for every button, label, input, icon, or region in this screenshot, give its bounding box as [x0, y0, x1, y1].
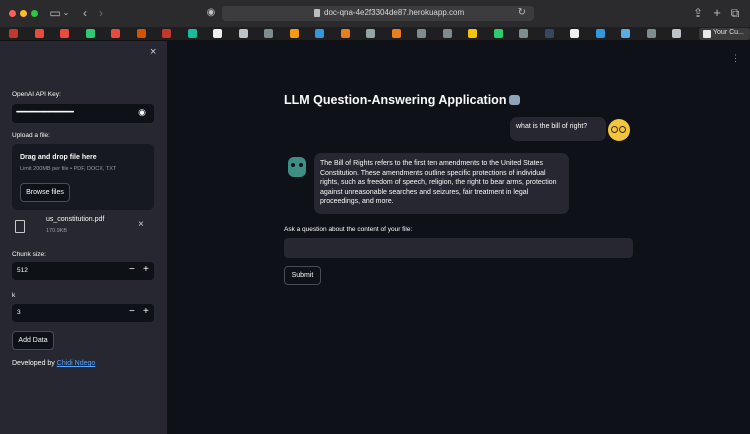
tab-label: Your Cu... [713, 29, 744, 36]
bot-eye [299, 163, 303, 167]
bookmark-icon[interactable] [162, 29, 171, 38]
favorites-bar: Your Cu... [0, 27, 750, 41]
bookmark-icon[interactable] [468, 29, 477, 38]
browse-files-button[interactable]: Browse files [20, 183, 70, 202]
add-data-button[interactable]: Add Data [12, 331, 54, 350]
user-message: what is the bill of right? [510, 117, 606, 141]
glasses-icon [611, 126, 618, 133]
decrement-button[interactable]: − [129, 264, 135, 275]
assistant-message-text: The Bill of Rights refers to the first t… [320, 160, 557, 205]
bookmark-icon[interactable] [621, 29, 630, 38]
bookmark-icon[interactable] [289, 29, 299, 38]
k-value: 3 [17, 309, 21, 316]
share-icon[interactable]: ⇪ [692, 5, 704, 21]
bookmark-icon[interactable] [595, 29, 605, 38]
chevron-down-icon[interactable]: ⌄ [62, 5, 70, 21]
bookmark-icon[interactable] [264, 29, 273, 38]
decrement-button[interactable]: − [129, 306, 135, 317]
bookmark-icon[interactable] [493, 29, 503, 38]
dropzone-subtitle: Limit 200MB per file • PDF, DOCX, TXT [20, 166, 117, 172]
bookmark-icon[interactable] [9, 29, 18, 38]
bookmark-icon[interactable] [85, 29, 95, 38]
remove-file-icon[interactable]: × [138, 219, 144, 230]
new-tab-icon[interactable]: + [711, 5, 723, 21]
dropzone-title: Drag and drop file here [20, 154, 97, 161]
bookmark-icon[interactable] [672, 29, 681, 38]
bookmark-icon[interactable] [60, 29, 69, 38]
bookmark-icon[interactable] [34, 29, 44, 38]
chunk-size-value: 512 [17, 267, 28, 274]
main-content: ⋮ LLM Question-Answering Application wha… [167, 41, 750, 434]
developer-prefix: Developed by [12, 360, 57, 367]
bookmark-icon[interactable] [366, 29, 375, 38]
submit-button[interactable]: Submit [284, 266, 321, 285]
developer-credit: Developed by Chidi Ndego [12, 360, 95, 367]
glasses-icon [619, 126, 626, 133]
bookmark-icon[interactable] [111, 29, 120, 38]
developer-link[interactable]: Chidi Ndego [57, 360, 96, 367]
assistant-message: The Bill of Rights refers to the first t… [314, 153, 569, 214]
tab-active[interactable]: Your Cu... [699, 28, 750, 40]
api-key-input[interactable]: ••••••••••••••••••••••••••••••••••••••••… [12, 104, 154, 123]
bookmark-icon[interactable] [187, 29, 197, 38]
file-icon [15, 220, 25, 233]
user-avatar-icon [608, 119, 630, 141]
bookmark-icon[interactable] [391, 29, 401, 38]
bookmark-icon[interactable] [340, 29, 350, 38]
chunk-size-label: Chunk size: [12, 251, 46, 258]
browser-titlebar: ▭ ⌄ ‹ › ◉ doc-qna-4e2f3304de87.herokuapp… [0, 0, 750, 27]
bookmark-icon[interactable] [417, 29, 426, 38]
tab-overview-icon[interactable]: ⧉ [729, 5, 741, 21]
forward-icon[interactable]: › [96, 5, 106, 21]
bookmark-icon[interactable] [519, 29, 528, 38]
shield-icon[interactable]: ◉ [205, 5, 217, 21]
uploaded-file-name: us_constitution.pdf [46, 216, 105, 223]
bookmark-icon[interactable] [213, 29, 222, 38]
bot-eye [291, 163, 295, 167]
lock-icon [314, 9, 320, 17]
increment-button[interactable]: + [143, 264, 149, 275]
question-input[interactable] [284, 238, 633, 258]
user-message-text: what is the bill of right? [516, 123, 588, 130]
bot-avatar-icon [288, 157, 306, 177]
bookmark-icon[interactable] [544, 29, 554, 38]
bookmark-icon[interactable] [442, 29, 452, 38]
bookmark-icon[interactable] [136, 29, 146, 38]
page-icon [703, 30, 711, 38]
robot-icon [509, 95, 521, 105]
increment-button[interactable]: + [143, 306, 149, 317]
close-window-button[interactable] [9, 10, 16, 17]
bookmark-icon[interactable] [315, 29, 324, 38]
upload-label: Upload a file: [12, 132, 50, 139]
question-label: Ask a question about the content of your… [284, 226, 413, 233]
k-label: k [12, 292, 16, 299]
bookmark-icon[interactable] [646, 29, 656, 38]
eye-icon[interactable]: ◉ [138, 107, 146, 118]
reload-icon[interactable]: ↻ [518, 7, 526, 18]
close-sidebar-icon[interactable]: × [150, 46, 156, 58]
chunk-size-stepper[interactable]: 512 − + [12, 262, 154, 280]
page-title: LLM Question-Answering Application [284, 93, 521, 107]
api-key-label: OpenAI API Key: [12, 91, 61, 98]
minimize-window-button[interactable] [20, 10, 27, 17]
bookmark-icon[interactable] [238, 29, 248, 38]
url-text: doc-qna-4e2f3304de87.herokuapp.com [324, 8, 465, 17]
address-bar[interactable]: doc-qna-4e2f3304de87.herokuapp.com ↻ [222, 6, 534, 21]
sidebar: × OpenAI API Key: ••••••••••••••••••••••… [0, 41, 167, 434]
maximize-window-button[interactable] [31, 10, 38, 17]
api-key-value: ••••••••••••••••••••••••••••••••••••••••… [16, 110, 74, 116]
page-title-text: LLM Question-Answering Application [284, 93, 507, 107]
sidebar-toggle-icon[interactable]: ▭ [48, 5, 62, 21]
file-dropzone[interactable]: Drag and drop file here Limit 200MB per … [12, 144, 154, 210]
menu-icon[interactable]: ⋮ [731, 53, 740, 64]
back-icon[interactable]: ‹ [80, 5, 90, 21]
k-stepper[interactable]: 3 − + [12, 304, 154, 322]
uploaded-file-size: 170.9KB [46, 228, 68, 234]
bookmark-icon[interactable] [570, 29, 579, 38]
